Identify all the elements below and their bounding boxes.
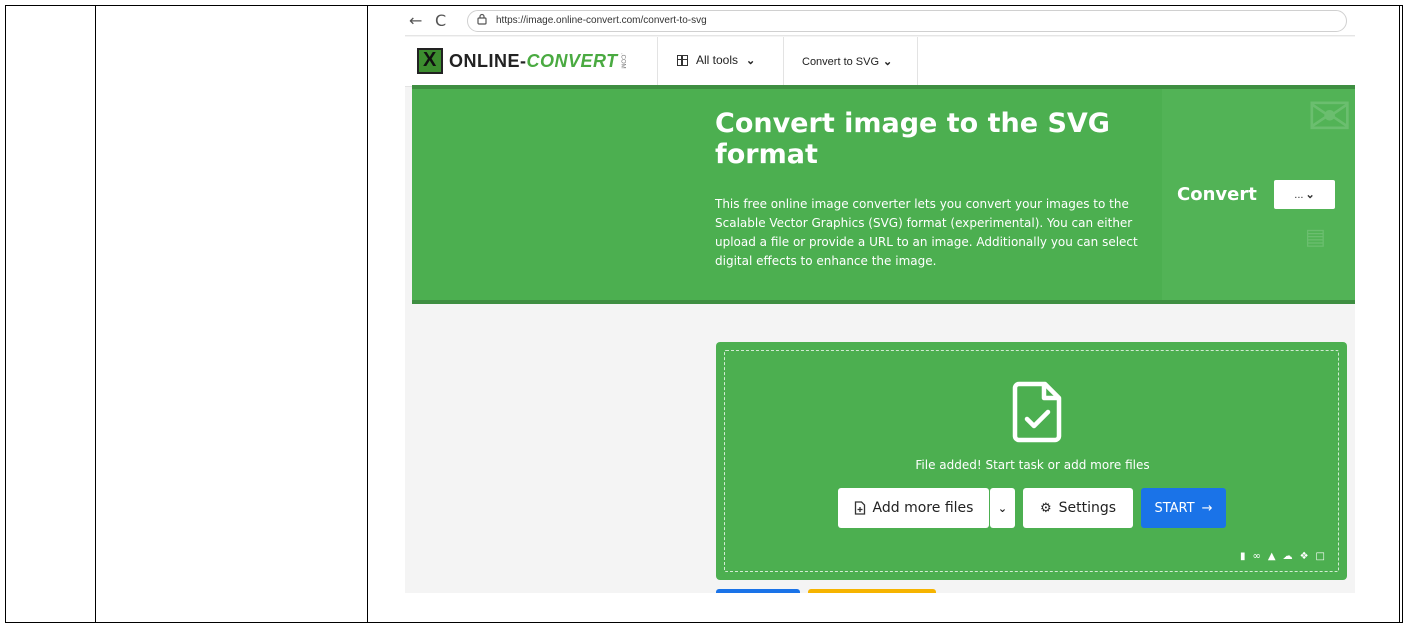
upload-source-icons: ▮ ∞ ▲ ☁ ❖ □ [1240,551,1325,562]
url-field[interactable]: https://image.online-convert.com/convert… [467,10,1347,32]
folder-icon[interactable]: ▮ [1240,551,1246,562]
add-file-icon [854,501,865,515]
hero-border-bottom [412,300,1355,304]
chevron-down-icon: ⌄ [997,501,1008,515]
reload-icon[interactable]: C [435,11,446,30]
file-check-icon [1012,381,1062,443]
drop-zone[interactable]: File added! Start task or add more files… [724,350,1339,572]
add-more-files-button[interactable]: Add more files [838,488,989,528]
table-divider [367,5,368,623]
google-drive-icon[interactable]: ▲ [1268,551,1276,562]
upload-status-text: File added! Start task or add more files [915,458,1150,472]
upload-panel[interactable]: File added! Start task or add more files… [716,342,1347,580]
envelope-icon: ✉ [1307,85,1353,148]
chevron-down-icon: ⌄ [883,56,893,68]
add-files-dropdown-button[interactable]: ⌄ [990,488,1015,528]
table-divider [95,5,96,623]
dropbox-icon[interactable]: ❖ [1300,551,1309,562]
start-label: START [1154,500,1195,516]
convert-format-select[interactable]: ... ⌄ [1274,180,1335,209]
chevron-down-icon: ⌄ [1305,189,1315,201]
png-file-icon: ▤ [1305,225,1326,250]
header-divider [657,37,658,87]
clipboard-icon[interactable]: □ [1316,551,1325,562]
site-header: ONLINE- CONVERT .COM All tools ⌄ Convert… [405,37,1355,87]
address-bar: ← C https://image.online-convert.com/con… [405,6,1355,36]
arrow-right-icon: → [1201,500,1213,516]
link-icon[interactable]: ∞ [1253,551,1261,562]
back-arrow-icon[interactable]: ← [409,11,422,30]
chevron-down-icon: ⌄ [746,54,756,67]
gears-icon: ⚙ [1039,500,1052,516]
logo-mark-icon [417,48,443,74]
hero-border-top [412,85,1355,89]
convert-to-svg-label: Convert to SVG [802,55,880,68]
table-divider [1399,5,1400,623]
yellow-button-peek [808,589,936,593]
header-divider [917,37,918,87]
add-more-files-label: Add more files [872,500,974,516]
logo-text-accent: CONVERT [526,50,618,71]
settings-button[interactable]: ⚙ Settings [1023,488,1133,528]
convert-to-svg-menu[interactable]: Convert to SVG ⌄ [802,55,893,69]
lock-icon [477,13,487,28]
start-button[interactable]: START → [1141,488,1226,528]
all-tools-label: All tools [696,53,739,67]
settings-label: Settings [1058,500,1117,516]
page-description: This free online image converter lets yo… [715,197,1138,268]
onedrive-icon[interactable]: ☁ [1283,551,1293,562]
all-tools-menu[interactable]: All tools ⌄ [677,53,755,67]
url-text: https://image.online-convert.com/convert… [496,15,707,26]
site-logo[interactable]: ONLINE- CONVERT .COM [417,47,626,75]
grid-icon [677,54,688,66]
header-divider [783,37,784,87]
browser-screenshot: ← C https://image.online-convert.com/con… [405,6,1355,593]
blue-button-peek [716,589,800,593]
logo-com: .COM [619,53,626,69]
convert-label: Convert [1177,184,1257,205]
page-title: Convert image to the SVG format [715,108,1110,170]
convert-select-value: ... [1294,188,1304,201]
hero-banner: ✉ ▤ Convert image to the SVG format This… [412,85,1355,304]
logo-text: ONLINE- [449,50,527,71]
